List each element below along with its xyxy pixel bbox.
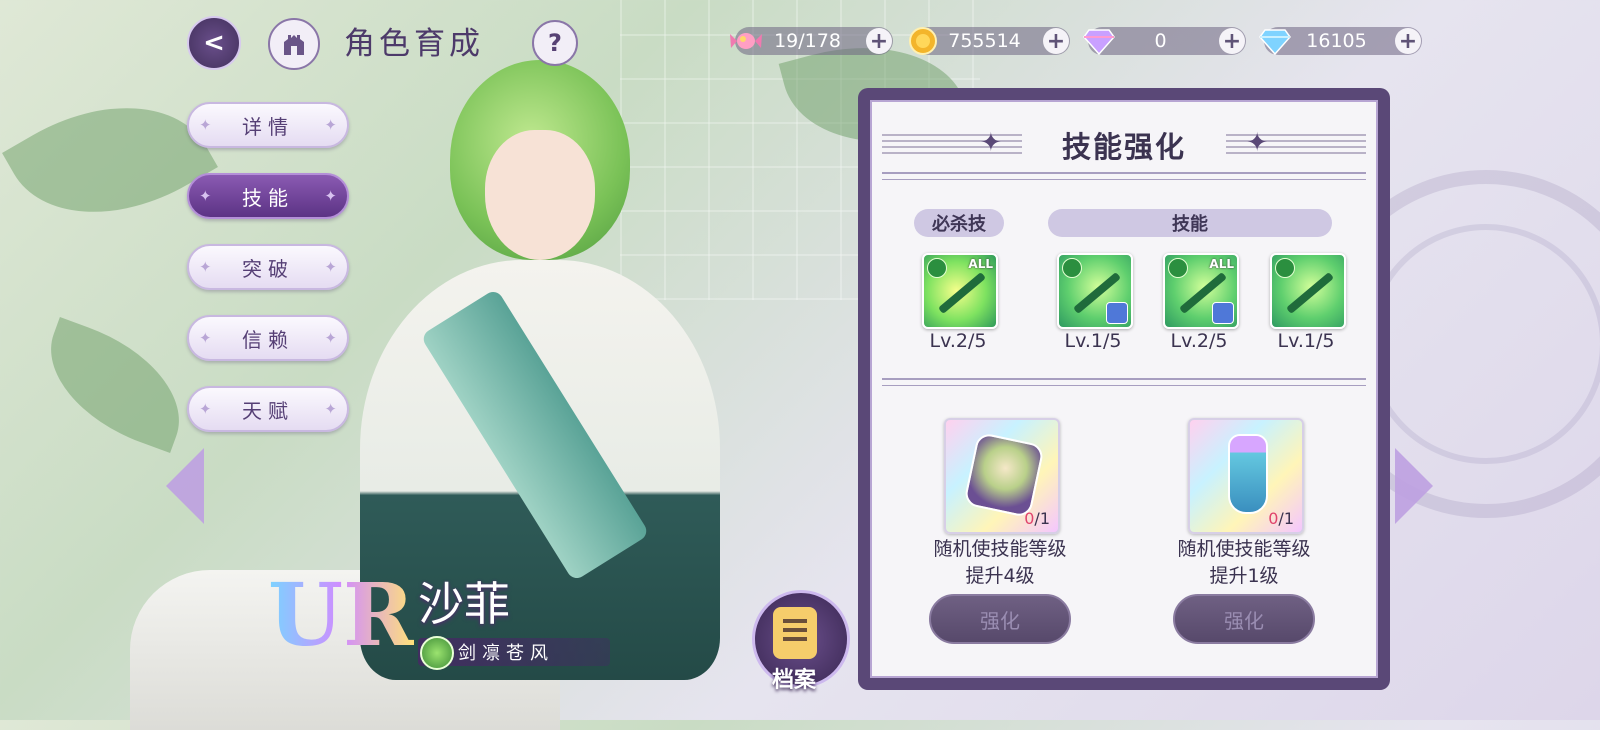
tab-label: 信赖 [242, 327, 294, 352]
sparkle-icon: ✦ [199, 329, 212, 347]
skill-level: Lv.2/5 [929, 330, 987, 352]
add-rainbow-diamond-button[interactable]: + [1219, 28, 1245, 54]
buff-type-icon [1106, 302, 1128, 324]
item-description: 随机使技能等级 提升1级 [1177, 538, 1311, 587]
tab-label: 天赋 [242, 398, 294, 423]
archive-book-icon [773, 607, 817, 659]
gold-coin-icon [906, 24, 940, 58]
upgrade-button[interactable]: 强化 [1173, 594, 1315, 644]
blue-diamond-icon [1258, 24, 1292, 58]
tab-talent[interactable]: ✦ 天赋 ✦ [187, 386, 349, 432]
tab-breakthrough[interactable]: ✦ 突破 ✦ [187, 244, 349, 290]
candy-icon [729, 24, 763, 58]
upgrade-button[interactable]: 强化 [929, 594, 1071, 644]
tab-label: 突破 [242, 256, 294, 281]
sparkle-icon: ✦ [199, 116, 212, 134]
sword-icon [937, 271, 987, 315]
skills-tab: 技能 [1048, 209, 1332, 237]
add-blue-diamond-button[interactable]: + [1395, 28, 1421, 54]
wind-element-icon [927, 258, 947, 278]
tab-label: 详情 [242, 114, 294, 139]
character-crystal-icon [963, 431, 1045, 519]
character-name: 沙菲 [418, 577, 510, 631]
skill-level: Lv.1/5 [1064, 330, 1122, 352]
back-arrow-icon: < [203, 28, 225, 58]
tab-trust[interactable]: ✦ 信赖 ✦ [187, 315, 349, 361]
item-description: 随机使技能等级 提升4级 [933, 538, 1067, 587]
skill-crystal-item[interactable]: 0/1 [944, 418, 1060, 534]
skill-icon-2[interactable]: ALL [1163, 253, 1239, 329]
divider [882, 172, 1366, 180]
ultimate-skill-tab: 必杀技 [914, 209, 1004, 237]
sparkle-icon: ✦ [199, 187, 212, 205]
wind-blade-icon [1285, 271, 1335, 315]
sparkle-icon: ✦ [324, 116, 337, 134]
sparkle-icon: ✦ [199, 258, 212, 276]
sparkle-icon: ✦ [324, 258, 337, 276]
skill-icon-3[interactable] [1270, 253, 1346, 329]
wind-element-icon [1275, 258, 1295, 278]
divider [882, 378, 1366, 386]
resource-rainbow-diamond: 0 + [1083, 27, 1246, 55]
skill-level: Lv.2/5 [1170, 330, 1228, 352]
previous-character-arrow[interactable] [166, 448, 204, 524]
panel-title: 技能强化 [1061, 130, 1186, 164]
back-button[interactable]: < [187, 16, 241, 70]
sparkle-icon: ✦ [324, 187, 337, 205]
rarity-badge: UR [268, 565, 415, 666]
sparkle-icon: ✦ [324, 329, 337, 347]
resource-candy: 19/178 + [730, 27, 893, 55]
home-button[interactable] [268, 18, 320, 70]
sparkle-icon: ✦ [324, 400, 337, 418]
all-target-badge: ALL [968, 257, 993, 271]
archive-label: 档案 [772, 668, 817, 693]
attack-type-icon [1212, 302, 1234, 324]
all-target-badge: ALL [1209, 257, 1234, 271]
rainbow-diamond-icon [1082, 24, 1116, 58]
next-character-arrow[interactable] [1395, 448, 1433, 524]
skill-upgrade-panel: ✦ ✦ 技能强化 必杀技 技能 ALL Lv.2/5 Lv.1/5 ALL Lv… [858, 88, 1390, 690]
tab-label: 技能 [242, 185, 294, 210]
skill-icon-1[interactable] [1057, 253, 1133, 329]
item-count: 0/1 [1268, 509, 1294, 528]
page-title: 角色育成 [344, 26, 484, 62]
skill-level: Lv.1/5 [1277, 330, 1335, 352]
character-face [485, 130, 595, 260]
wind-element-icon [1062, 258, 1082, 278]
ultimate-skill-icon[interactable]: ALL [922, 253, 998, 329]
tab-skills[interactable]: ✦ 技能 ✦ [187, 173, 349, 219]
wind-element-icon [1168, 258, 1188, 278]
wind-element-icon [420, 636, 454, 670]
item-count: 0/1 [1024, 509, 1050, 528]
add-gold-button[interactable]: + [1043, 28, 1069, 54]
resource-gold: 755514 + [909, 27, 1070, 55]
potion-bottle-icon [1228, 434, 1268, 514]
help-icon: ? [548, 29, 562, 57]
resource-blue-diamond: 16105 + [1259, 27, 1422, 55]
tab-details[interactable]: ✦ 详情 ✦ [187, 102, 349, 148]
help-button[interactable]: ? [532, 20, 578, 66]
sparkle-icon: ✦ [199, 400, 212, 418]
skill-potion-item[interactable]: 0/1 [1188, 418, 1304, 534]
add-candy-button[interactable]: + [866, 28, 892, 54]
castle-icon [284, 35, 304, 55]
